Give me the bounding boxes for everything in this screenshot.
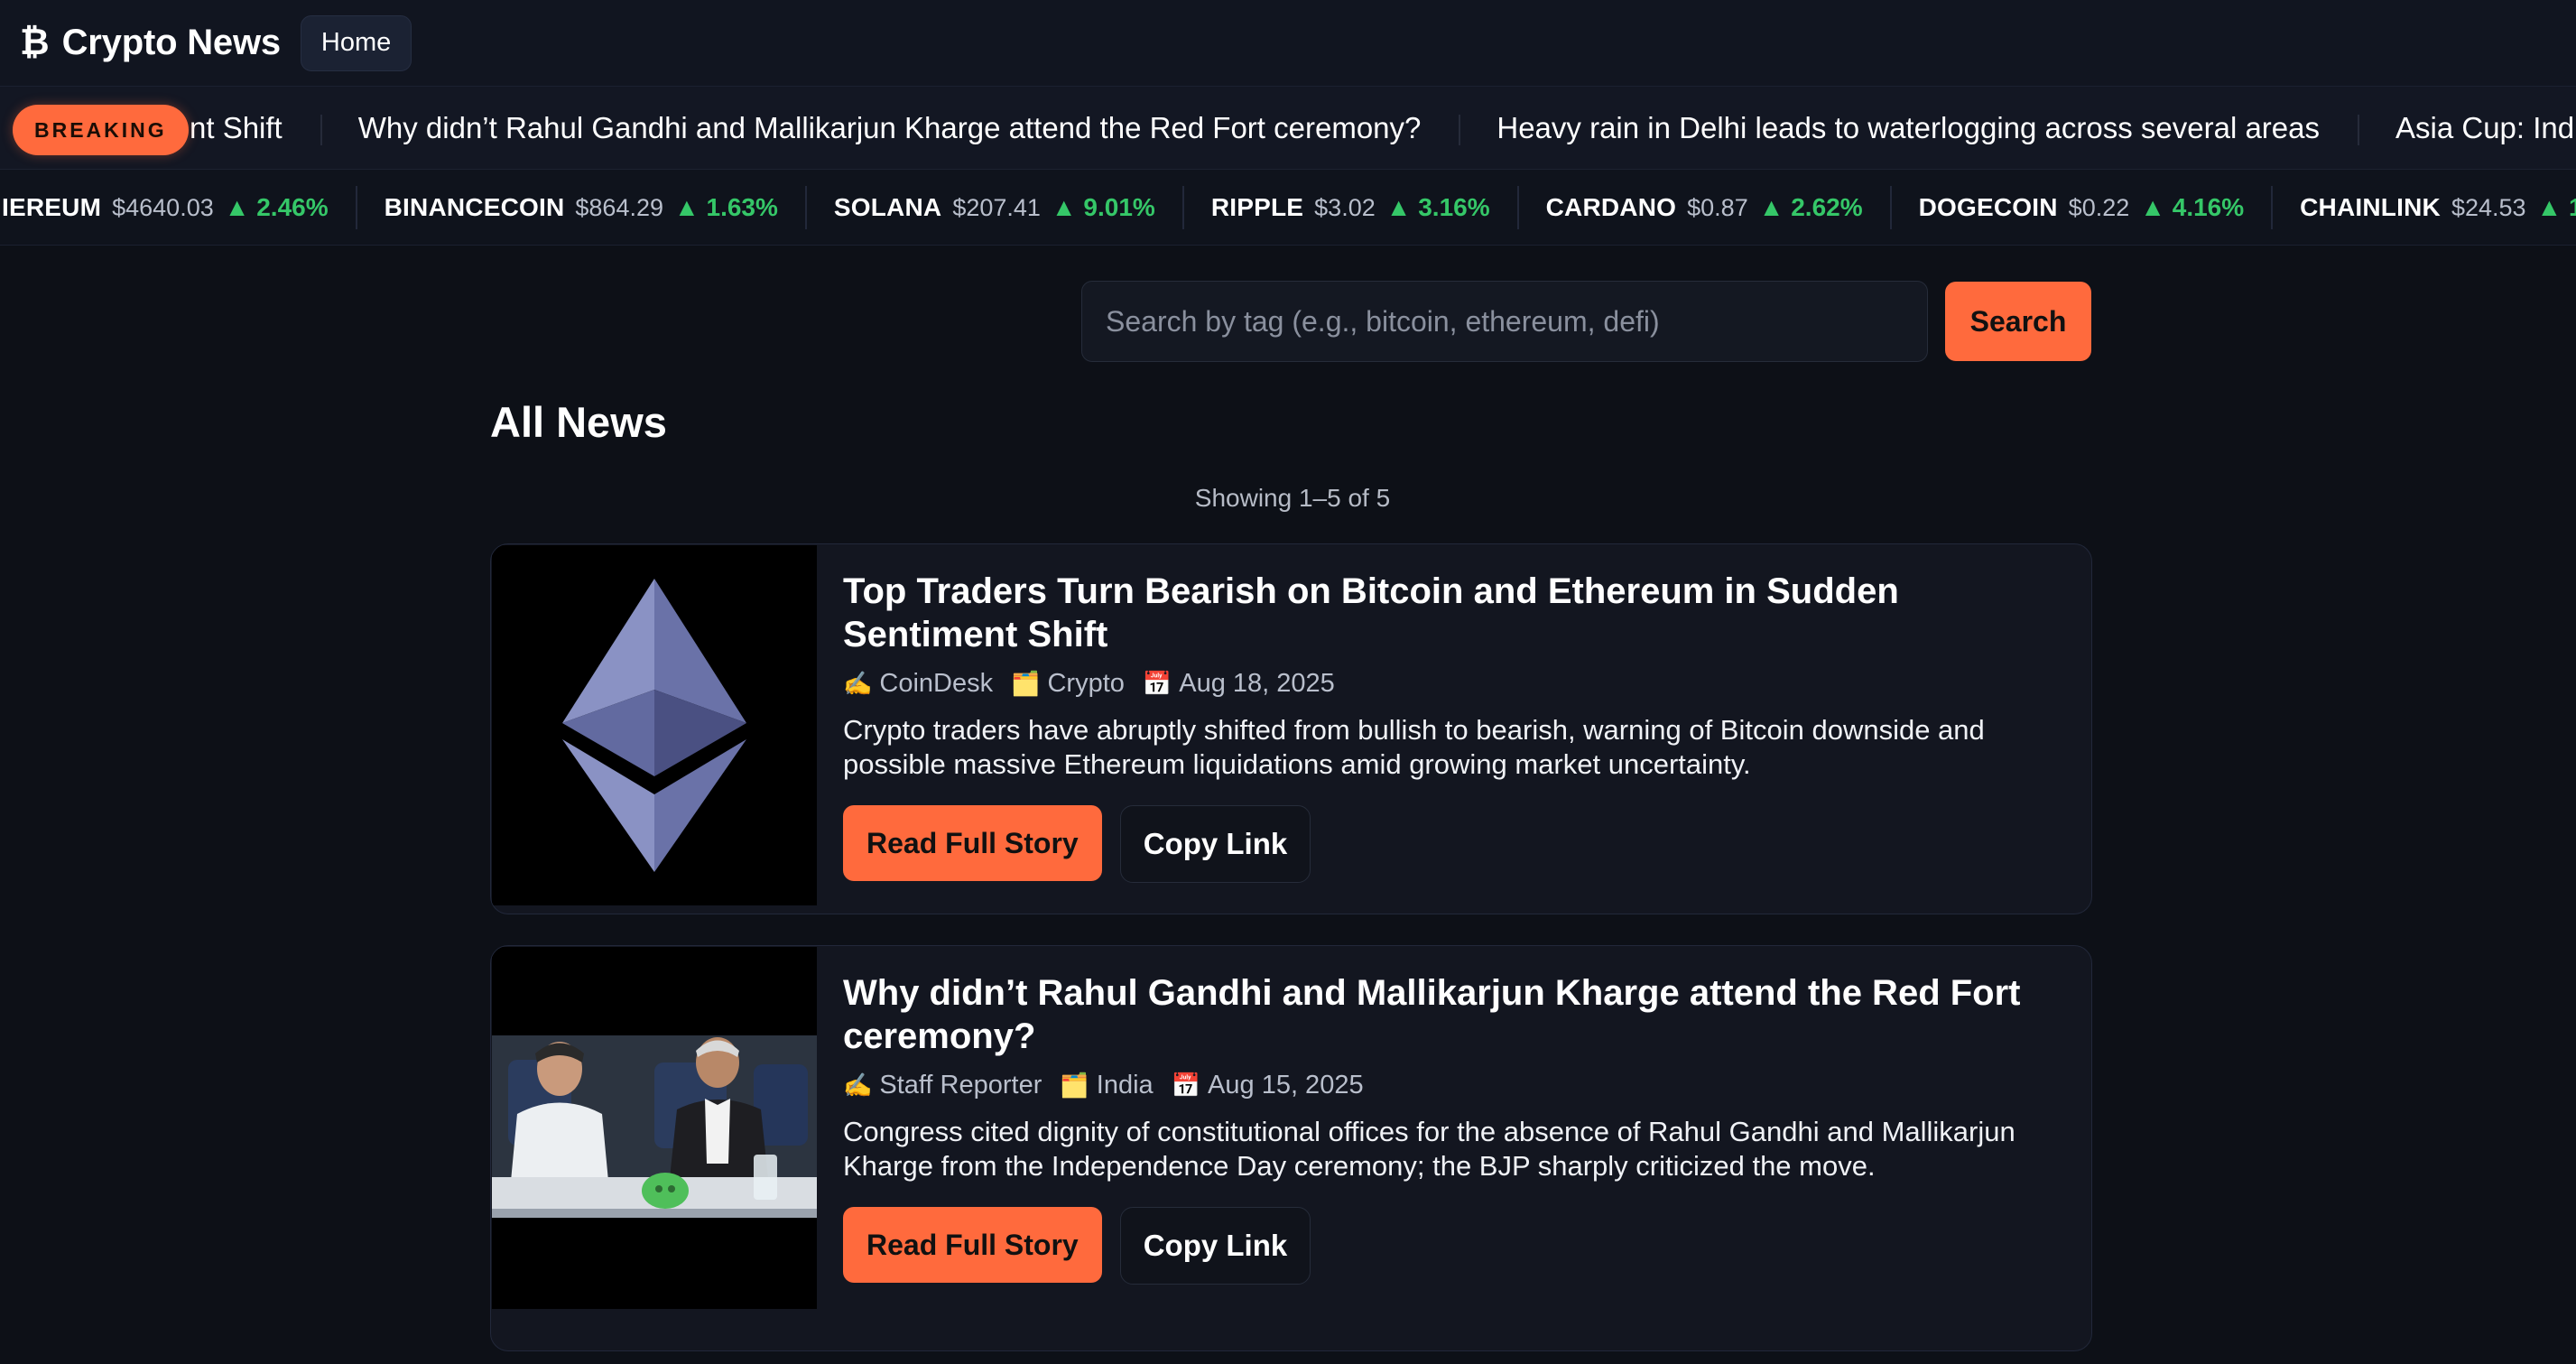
article-title[interactable]: Top Traders Turn Bearish on Bitcoin and … xyxy=(843,570,2055,656)
card-body: Top Traders Turn Bearish on Bitcoin and … xyxy=(843,570,2055,883)
author: ✍️ CoinDesk xyxy=(843,669,993,699)
press-conference-photo-icon xyxy=(492,947,817,1309)
price-track: IEREUM $4640.03 ▲ 2.46% BINANCECOIN $864… xyxy=(2,170,2576,245)
article-thumbnail[interactable] xyxy=(492,947,817,1309)
coin-price: $24.53 xyxy=(2451,193,2526,221)
copy-link-button[interactable]: Copy Link xyxy=(1119,1207,1311,1285)
publish-date: 📅 Aug 18, 2025 xyxy=(1143,669,1335,699)
price-item-solana: SOLANA $207.41 ▲ 9.01% xyxy=(807,186,1184,229)
author: ✍️ Staff Reporter xyxy=(843,1071,1042,1100)
coin-name: RIPPLE xyxy=(1210,193,1304,221)
ethereum-logo-icon xyxy=(492,545,817,905)
price-ticker: IEREUM $4640.03 ▲ 2.46% BINANCECOIN $864… xyxy=(0,170,2576,246)
coin-change: ▲ 2.46% xyxy=(224,193,329,221)
writing-hand-icon: ✍️ xyxy=(843,1072,873,1099)
calendar-icon: 📅 xyxy=(1171,1072,1201,1099)
author-name: CoinDesk xyxy=(879,669,994,698)
coin-change: ▲ 1.63% xyxy=(674,193,778,221)
results-count: Showing 1–5 of 5 xyxy=(1194,484,1391,512)
author-name: Staff Reporter xyxy=(879,1071,1042,1100)
nav-home-button[interactable]: Home xyxy=(300,14,412,71)
card-actions: Read Full Story Copy Link xyxy=(843,1207,2055,1285)
coin-price: $4640.03 xyxy=(112,193,214,221)
card-body: Why didn’t Rahul Gandhi and Mallikarjun … xyxy=(843,971,2055,1285)
price-item-dogecoin: DOGECOIN $0.22 ▲ 4.16% xyxy=(1892,186,2274,229)
coin-price: $0.87 xyxy=(1687,193,1748,221)
headline-track: nt Shift Why didn’t Rahul Gandhi and Mal… xyxy=(0,87,2576,169)
coin-name: SOLANA xyxy=(833,193,942,221)
price-item-binancecoin: BINANCECOIN $864.29 ▲ 1.63% xyxy=(357,186,807,229)
category: 🗂️ Crypto xyxy=(1011,669,1125,699)
ticker-headline[interactable]: Why didn’t Rahul Gandhi and Mallikarjun … xyxy=(320,111,1459,145)
coin-name: CARDANO xyxy=(1545,193,1677,221)
tag-search: Search xyxy=(1081,281,2091,362)
read-full-story-button[interactable]: Read Full Story xyxy=(843,1207,1102,1283)
folder-icon: 🗂️ xyxy=(1011,670,1041,697)
article-meta: ✍️ CoinDesk 🗂️ Crypto 📅 Aug 18, 2025 xyxy=(843,669,2055,699)
article-thumbnail[interactable] xyxy=(492,545,817,905)
bitcoin-icon: ₿ xyxy=(20,23,50,62)
publish-date: 📅 Aug 15, 2025 xyxy=(1172,1071,1364,1100)
coin-change: ▲ 9.01% xyxy=(1051,193,1155,221)
coin-name: IEREUM xyxy=(2,193,102,221)
article-description: Congress cited dignity of constitutional… xyxy=(843,1116,2015,1182)
search-input[interactable] xyxy=(1081,281,1928,362)
breaking-badge: BREAKING xyxy=(13,105,189,155)
folder-icon: 🗂️ xyxy=(1060,1072,1089,1099)
category: 🗂️ India xyxy=(1060,1071,1153,1100)
price-item-ripple: RIPPLE $3.02 ▲ 3.16% xyxy=(1184,186,1519,229)
category-name: Crypto xyxy=(1047,669,1125,698)
coin-price: $3.02 xyxy=(1314,193,1376,221)
card-actions: Read Full Story Copy Link xyxy=(843,805,2055,883)
price-item-cardano: CARDANO $0.87 ▲ 2.62% xyxy=(1519,186,1892,229)
brand[interactable]: ₿ Crypto News xyxy=(20,23,281,63)
page-title: All News xyxy=(490,398,667,446)
coin-change: ▲ 4.16% xyxy=(2140,193,2245,221)
writing-hand-icon: ✍️ xyxy=(843,670,873,697)
ticker-headline[interactable]: Heavy rain in Delhi leads to waterloggin… xyxy=(1459,111,2358,145)
brand-name: Crypto News xyxy=(61,23,281,62)
ticker-headline[interactable]: Asia Cup: India cl xyxy=(2358,111,2576,145)
coin-change: ▲ 3.16% xyxy=(1385,193,1490,221)
article-meta: ✍️ Staff Reporter 🗂️ India 📅 Aug 15, 202… xyxy=(843,1071,2055,1100)
category-name: India xyxy=(1096,1071,1154,1100)
article-title[interactable]: Why didn’t Rahul Gandhi and Mallikarjun … xyxy=(843,971,2055,1058)
coin-name: BINANCECOIN xyxy=(384,193,565,221)
coin-change: ▲ 1.84 xyxy=(2536,193,2576,221)
coin-name: DOGECOIN xyxy=(1918,193,2058,221)
coin-change: ▲ 2.62% xyxy=(1758,193,1863,221)
coin-price: $207.41 xyxy=(952,193,1041,221)
calendar-icon: 📅 xyxy=(1142,670,1172,697)
news-card: Why didn’t Rahul Gandhi and Mallikarjun … xyxy=(490,945,2092,1351)
news-card: Top Traders Turn Bearish on Bitcoin and … xyxy=(490,543,2092,914)
copy-link-button[interactable]: Copy Link xyxy=(1119,805,1311,883)
date-text: Aug 18, 2025 xyxy=(1179,669,1335,698)
read-full-story-button[interactable]: Read Full Story xyxy=(843,805,1102,881)
breaking-news-ticker: BREAKING nt Shift Why didn’t Rahul Gandh… xyxy=(0,87,2576,170)
coin-price: $864.29 xyxy=(575,193,663,221)
top-navbar: ₿ Crypto News Home xyxy=(0,0,2576,87)
price-item-ethereum: IEREUM $4640.03 ▲ 2.46% xyxy=(2,186,357,229)
price-item-chainlink: CHAINLINK $24.53 ▲ 1.84 xyxy=(2273,186,2576,229)
date-text: Aug 15, 2025 xyxy=(1208,1071,1364,1100)
search-button[interactable]: Search xyxy=(1945,282,2091,361)
coin-name: CHAINLINK xyxy=(2300,193,2441,221)
coin-price: $0.22 xyxy=(2068,193,2130,221)
article-description: Crypto traders have abruptly shifted fro… xyxy=(843,714,1985,780)
